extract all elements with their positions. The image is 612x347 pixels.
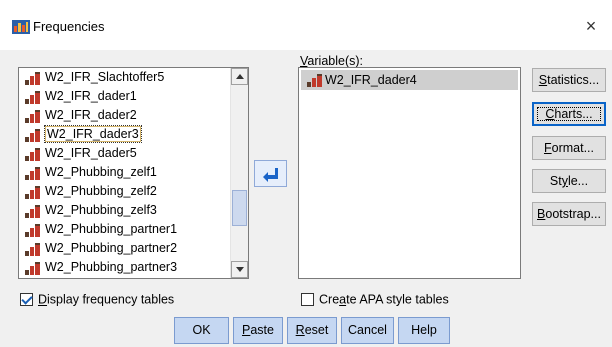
variable-list-item[interactable]: W2_IFR_Slachtoffer5 (19, 68, 230, 87)
variable-name: W2_Phubbing_partner2 (45, 241, 178, 255)
dialog-title: Frequencies (33, 19, 105, 34)
scale-variable-icon (25, 72, 40, 85)
variable-name: W2_IFR_dader3 (44, 125, 142, 143)
scale-variable-icon (25, 129, 40, 142)
variable-name: W2_IFR_dader1 (45, 89, 137, 103)
source-list-scrollbar[interactable] (230, 68, 248, 278)
display-frequency-tables-label: Display frequency tables (38, 292, 175, 307)
bootstrap-button[interactable]: Bootstrap... (532, 202, 606, 226)
style-label: Style... (549, 174, 589, 188)
partial-list-item[interactable] (19, 277, 230, 278)
variable-list-item[interactable]: W2_Phubbing_partner2 (19, 239, 230, 258)
apa-style-tables-label: Create APA style tables (319, 292, 449, 307)
ok-button[interactable]: OK (174, 317, 229, 344)
scroll-up-arrow-icon[interactable] (231, 68, 248, 85)
scroll-down-arrow-icon[interactable] (231, 261, 248, 278)
variable-name: W2_Phubbing_partner3 (45, 260, 178, 274)
variable-name: W2_Phubbing_partner1 (45, 222, 178, 236)
scale-variable-icon (25, 110, 40, 123)
display-frequency-tables-checkbox[interactable]: Display frequency tables (20, 291, 174, 307)
source-variable-list[interactable]: W2_IFR_Slachtoffer5 W2_IFR_dader1 W2_IFR… (18, 67, 249, 279)
scale-variable-icon (25, 186, 40, 199)
variable-list-item[interactable]: W2_IFR_dader5 (19, 144, 230, 163)
variable-list-item[interactable]: W2_Phubbing_zelf2 (19, 182, 230, 201)
frequencies-dialog: Frequencies × W2_IFR_Slachtoffer5 W2_IFR… (0, 0, 612, 347)
variable-name: W2_IFR_dader4 (325, 73, 417, 87)
scale-variable-icon (25, 91, 40, 104)
variable-list-item[interactable]: W2_IFR_dader2 (19, 106, 230, 125)
target-variable-list[interactable]: W2_IFR_dader4 (298, 67, 521, 279)
charts-label: Charts... (534, 104, 604, 124)
help-button[interactable]: Help (398, 317, 450, 344)
format-button[interactable]: Format... (532, 136, 606, 160)
variable-list-item[interactable]: W2_Phubbing_partner3 (19, 258, 230, 277)
paste-label: Paste (242, 323, 274, 337)
variable-list-item[interactable]: W2_Phubbing_zelf3 (19, 201, 230, 220)
charts-button[interactable]: Charts... (532, 102, 606, 126)
apa-style-tables-checkbox[interactable]: Create APA style tables (301, 291, 449, 307)
variable-list-item[interactable]: W2_Phubbing_zelf1 (19, 163, 230, 182)
source-items: W2_IFR_Slachtoffer5 W2_IFR_dader1 W2_IFR… (19, 68, 230, 278)
scrollbar-thumb[interactable] (232, 190, 247, 226)
scale-variable-icon (25, 243, 40, 256)
variable-name: W2_IFR_dader5 (45, 146, 137, 160)
variable-name: W2_IFR_Slachtoffer5 (45, 70, 165, 84)
statistics-label: Statistics... (538, 73, 600, 87)
scale-variable-icon (25, 224, 40, 237)
help-label: Help (411, 323, 437, 337)
variable-name: W2_Phubbing_zelf2 (45, 184, 157, 198)
variable-name: W2_Phubbing_zelf1 (45, 165, 157, 179)
move-variable-button[interactable] (254, 160, 287, 187)
format-label: Format... (543, 141, 594, 155)
reset-button[interactable]: Reset (287, 317, 337, 344)
arrow-left-icon (263, 168, 278, 182)
cancel-button[interactable]: Cancel (341, 317, 394, 344)
ok-label: OK (192, 323, 211, 337)
variables-label: Variable(s): (300, 54, 363, 68)
statistics-button[interactable]: Statistics... (532, 68, 606, 92)
close-button[interactable]: × (578, 14, 604, 38)
frequencies-app-icon (12, 20, 30, 34)
reset-label: Reset (295, 323, 329, 337)
scale-variable-icon (307, 74, 322, 87)
scale-variable-icon (25, 148, 40, 161)
scale-variable-icon (25, 167, 40, 180)
bootstrap-label: Bootstrap... (537, 207, 601, 221)
variables-label-rest: ariable(s): (307, 54, 363, 68)
variable-list-item[interactable]: W2_IFR_dader1 (19, 87, 230, 106)
close-icon: × (585, 16, 597, 36)
variable-list-item[interactable]: W2_Phubbing_partner1 (19, 220, 230, 239)
variable-name: W2_IFR_dader2 (45, 108, 137, 122)
scale-variable-icon (25, 205, 40, 218)
title-bar: Frequencies × (0, 0, 612, 50)
cancel-label: Cancel (348, 323, 387, 337)
checkbox-unchecked-icon[interactable] (301, 293, 314, 307)
variable-list-item[interactable]: W2_IFR_dader3 (19, 125, 230, 144)
paste-button[interactable]: Paste (233, 317, 283, 344)
style-button[interactable]: Style... (532, 169, 606, 193)
checkbox-checked-icon[interactable] (20, 293, 33, 307)
selected-variable-item[interactable]: W2_IFR_dader4 (301, 70, 518, 90)
variable-name: W2_Phubbing_zelf3 (45, 203, 157, 217)
scale-variable-icon (25, 262, 40, 275)
